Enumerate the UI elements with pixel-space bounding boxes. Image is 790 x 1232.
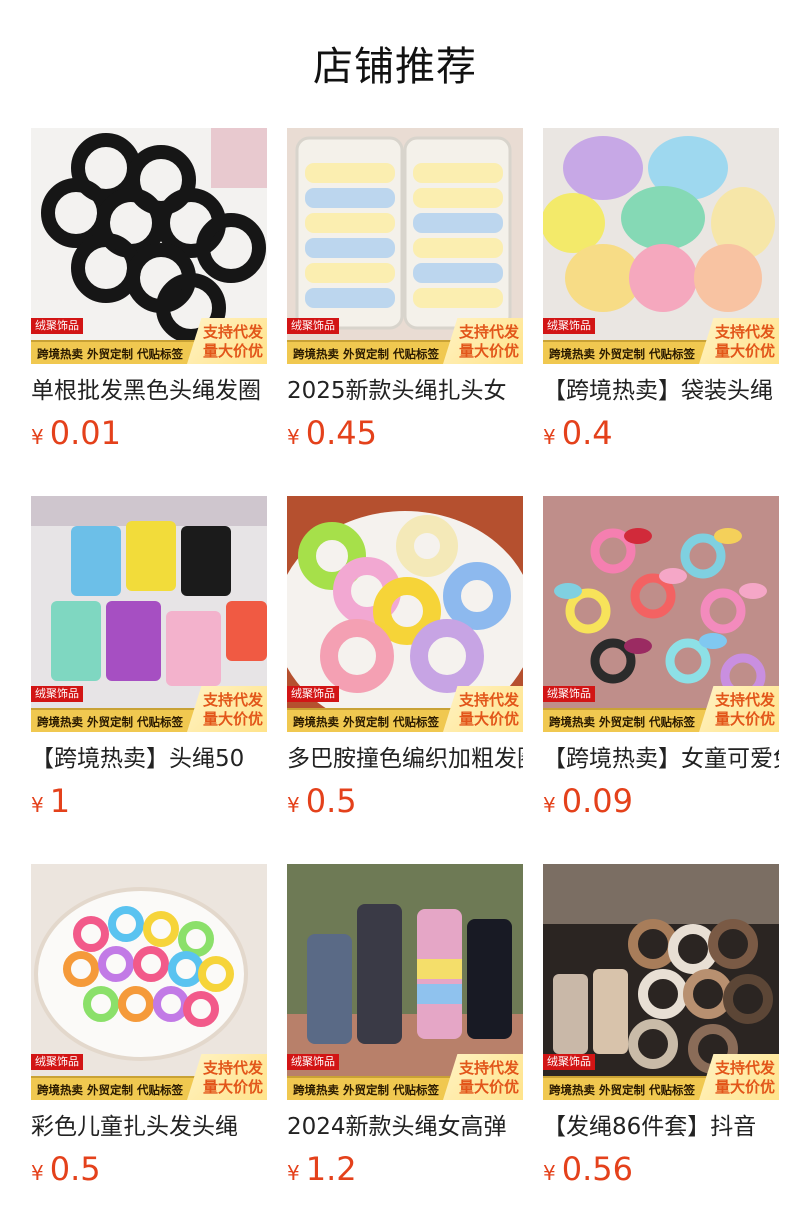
store-badge: 绒聚饰品 <box>543 686 595 702</box>
page-title: 店铺推荐 <box>313 44 477 90</box>
price-value: 1 <box>49 782 71 820</box>
price-value: 0.5 <box>49 1150 101 1188</box>
promo-strip-text: 跨境热卖 外贸定制 代贴标签 <box>293 715 440 729</box>
promo-corner-line2: 量大价优 <box>458 710 519 728</box>
product-price: ¥0.01 <box>31 414 267 452</box>
promo-corner-line1: 支持代发 <box>458 323 519 341</box>
product-image[interactable]: 跨境热卖 外贸定制 代贴标签 绒聚饰品 支持代发 量大价优 <box>31 496 267 732</box>
product-name[interactable]: 2025新款头绳扎头女 <box>287 376 523 406</box>
product-card[interactable]: 跨境热卖 外贸定制 代贴标签 绒聚饰品 支持代发 量大价优 多巴胺撞色编织加粗发圈… <box>287 496 523 820</box>
promo-strip-text: 跨境热卖 外贸定制 代贴标签 <box>293 347 440 361</box>
product-image[interactable]: 跨境热卖 外贸定制 代贴标签 绒聚饰品 支持代发 量大价优 <box>31 864 267 1100</box>
promo-corner-line2: 量大价优 <box>458 1078 519 1096</box>
product-image[interactable]: 跨境热卖 外贸定制 代贴标签 绒聚饰品 支持代发 量大价优 <box>543 864 779 1100</box>
currency-symbol: ¥ <box>31 1161 44 1185</box>
product-name[interactable]: 单根批发黑色头绳发圈 <box>31 376 267 406</box>
store-badge: 绒聚饰品 <box>287 318 339 334</box>
promo-corner-line1: 支持代发 <box>458 1059 519 1077</box>
product-price: ¥1 <box>31 782 267 820</box>
product-name[interactable]: 【跨境热卖】头绳50 <box>31 744 267 774</box>
store-badge: 绒聚饰品 <box>31 1054 83 1070</box>
store-badge: 绒聚饰品 <box>31 318 83 334</box>
price-value: 0.56 <box>561 1150 633 1188</box>
product-card[interactable]: 跨境热卖 外贸定制 代贴标签 绒聚饰品 支持代发 量大价优 2024新款头绳女高弹… <box>287 864 523 1188</box>
currency-symbol: ¥ <box>287 793 300 817</box>
product-card[interactable]: 跨境热卖 外贸定制 代贴标签 绒聚饰品 支持代发 量大价优 【跨境热卖】头绳50 … <box>31 496 267 820</box>
price-value: 0.45 <box>305 414 377 452</box>
promo-corner-line1: 支持代发 <box>202 1059 263 1077</box>
store-badge: 绒聚饰品 <box>543 318 595 334</box>
promo-strip-text: 跨境热卖 外贸定制 代贴标签 <box>549 1083 696 1097</box>
promo-corner-line1: 支持代发 <box>714 691 775 709</box>
product-card[interactable]: 跨境热卖 外贸定制 代贴标签 绒聚饰品 支持代发 量大价优 2025新款头绳扎头女… <box>287 128 523 452</box>
currency-symbol: ¥ <box>287 425 300 449</box>
store-badge: 绒聚饰品 <box>543 1054 595 1070</box>
product-image[interactable]: 跨境热卖 外贸定制 代贴标签 绒聚饰品 支持代发 量大价优 <box>287 864 523 1100</box>
promo-corner-line1: 支持代发 <box>714 1059 775 1077</box>
price-value: 0.5 <box>305 782 357 820</box>
promo-strip-text: 跨境热卖 外贸定制 代贴标签 <box>37 1083 184 1097</box>
product-card[interactable]: 跨境热卖 外贸定制 代贴标签 绒聚饰品 支持代发 量大价优 【跨境热卖】袋装头绳 … <box>543 128 779 452</box>
promo-corner-line1: 支持代发 <box>714 323 775 341</box>
promo-corner-line2: 量大价优 <box>202 342 263 360</box>
currency-symbol: ¥ <box>543 425 556 449</box>
promo-corner-line1: 支持代发 <box>202 691 263 709</box>
product-price: ¥0.5 <box>31 1150 267 1188</box>
store-badge: 绒聚饰品 <box>287 1054 339 1070</box>
product-card[interactable]: 跨境热卖 外贸定制 代贴标签 绒聚饰品 支持代发 量大价优 彩色儿童扎头发头绳 ¥… <box>31 864 267 1188</box>
promo-corner-line2: 量大价优 <box>202 710 263 728</box>
promo-corner-line2: 量大价优 <box>714 342 775 360</box>
promo-strip-text: 跨境热卖 外贸定制 代贴标签 <box>549 715 696 729</box>
promo-corner-line1: 支持代发 <box>458 691 519 709</box>
product-name[interactable]: 【跨境热卖】女童可爱兔耳 <box>543 744 779 774</box>
recommendation-page: 店铺推荐 跨境热卖 外贸定制 代贴标签 绒聚饰品 支持代发 量大价优 单根批发黑… <box>0 0 790 1232</box>
product-image[interactable]: 跨境热卖 外贸定制 代贴标签 绒聚饰品 支持代发 量大价优 <box>287 128 523 364</box>
product-name[interactable]: 【发绳86件套】抖音 <box>543 1112 779 1142</box>
price-value: 0.01 <box>49 414 121 452</box>
product-card[interactable]: 跨境热卖 外贸定制 代贴标签 绒聚饰品 支持代发 量大价优 单根批发黑色头绳发圈 … <box>31 128 267 452</box>
promo-strip-text: 跨境热卖 外贸定制 代贴标签 <box>549 347 696 361</box>
currency-symbol: ¥ <box>31 793 44 817</box>
promo-corner-line2: 量大价优 <box>202 1078 263 1096</box>
product-image[interactable]: 跨境热卖 外贸定制 代贴标签 绒聚饰品 支持代发 量大价优 <box>31 128 267 364</box>
product-card[interactable]: 跨境热卖 外贸定制 代贴标签 绒聚饰品 支持代发量大价优 【跨境热卖】女童可爱兔… <box>543 496 779 820</box>
currency-symbol: ¥ <box>543 793 556 817</box>
promo-corner-line2: 量大价优 <box>714 1078 775 1096</box>
product-image[interactable]: 跨境热卖 外贸定制 代贴标签 绒聚饰品 支持代发 量大价优 <box>543 496 779 732</box>
store-badge: 绒聚饰品 <box>31 686 83 702</box>
product-name[interactable]: 2024新款头绳女高弹 <box>287 1112 523 1142</box>
promo-strip-text: 跨境热卖 外贸定制 代贴标签 <box>293 1083 440 1097</box>
product-price: ¥0.09 <box>543 782 779 820</box>
product-price: ¥0.4 <box>543 414 779 452</box>
product-price: ¥0.45 <box>287 414 523 452</box>
product-image[interactable]: 跨境热卖 外贸定制 代贴标签 绒聚饰品 支持代发 量大价优 <box>287 496 523 732</box>
product-price: ¥0.56 <box>543 1150 779 1188</box>
currency-symbol: ¥ <box>287 1161 300 1185</box>
currency-symbol: ¥ <box>543 1161 556 1185</box>
currency-symbol: ¥ <box>31 425 44 449</box>
promo-strip-text: 跨境热卖 外贸定制 代贴标签 <box>37 715 184 729</box>
product-name[interactable]: 【跨境热卖】袋装头绳 <box>543 376 779 406</box>
product-name[interactable]: 多巴胺撞色编织加粗发圈 <box>287 744 523 774</box>
store-badge: 绒聚饰品 <box>287 686 339 702</box>
promo-corner-line2: 量大价优 <box>458 342 519 360</box>
product-card[interactable]: 跨境热卖 外贸定制 代贴标签 绒聚饰品 支持代发 量大价优 【发绳86件套】抖音 … <box>543 864 779 1188</box>
promo-corner-line1: 支持代发 <box>202 323 263 341</box>
promo-strip-text: 跨境热卖 外贸定制 代贴标签 <box>37 347 184 361</box>
product-price: ¥1.2 <box>287 1150 523 1188</box>
price-value: 0.09 <box>561 782 633 820</box>
product-price: ¥0.5 <box>287 782 523 820</box>
product-name[interactable]: 彩色儿童扎头发头绳 <box>31 1112 267 1142</box>
price-value: 0.4 <box>561 414 613 452</box>
promo-corner-line2: 量大价优 <box>714 710 775 728</box>
product-image[interactable]: 跨境热卖 外贸定制 代贴标签 绒聚饰品 支持代发 量大价优 <box>543 128 779 364</box>
price-value: 1.2 <box>305 1150 357 1188</box>
